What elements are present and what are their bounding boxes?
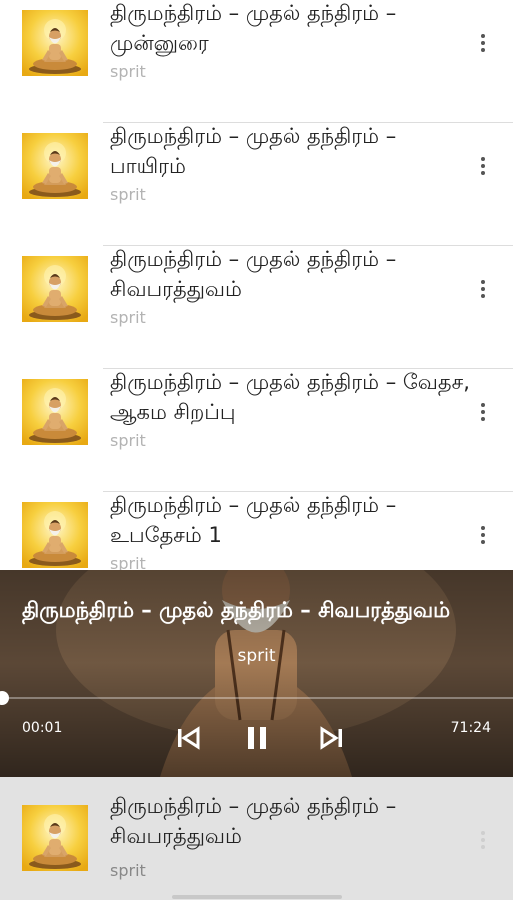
seek-bar[interactable] [0, 697, 513, 699]
total-time: 71:24 [450, 720, 491, 736]
more-vert-icon[interactable] [470, 397, 496, 427]
list-item[interactable]: திருமந்திரம் – முதல் தந்திரம் – முன்னுரை… [0, 0, 513, 123]
track-title: திருமந்திரம் – முதல் தந்திரம் – பாயிரம் [110, 124, 397, 178]
track-thumbnail [22, 256, 88, 322]
now-playing-title: திருமந்திரம் – முதல் தந்திரம் – சிவபரத்த… [110, 794, 397, 848]
track-title: திருமந்திரம் – முதல் தந்திரம் – சிவபரத்த… [110, 247, 397, 301]
track-thumbnail [22, 502, 88, 568]
track-title: திருமந்திரம் – முதல் தந்திரம் – உபதேசம் … [110, 493, 397, 547]
track-artist: sprit [110, 308, 146, 327]
list-item[interactable]: திருமந்திரம் – முதல் தந்திரம் – வேதச, ஆக… [0, 369, 513, 492]
more-vert-icon[interactable] [470, 151, 496, 181]
now-playing-artist: sprit [110, 861, 146, 880]
track-artist: sprit [110, 62, 146, 81]
track-title: திருமந்திரம் – முதல் தந்திரம் – முன்னுரை [110, 1, 397, 55]
playlist: திருமந்திரம் – முதல் தந்திரம் – முன்னுரை… [0, 0, 513, 570]
list-item[interactable]: திருமந்திரம் – முதல் தந்திரம் – சிவபரத்த… [0, 246, 513, 369]
mini-player[interactable]: திருமந்திரம் – முதல் தந்திரம் – சிவபரத்த… [0, 777, 513, 900]
track-title: திருமந்திரம் – முதல் தந்திரம் – வேதச, ஆக… [110, 370, 470, 424]
more-vert-icon[interactable] [470, 520, 496, 550]
skip-previous-icon[interactable] [172, 722, 204, 754]
track-thumbnail [22, 379, 88, 445]
more-vert-icon[interactable] [470, 28, 496, 58]
current-time: 00:01 [22, 720, 63, 736]
list-item[interactable]: திருமந்திரம் – முதல் தந்திரம் – பாயிரம் … [0, 123, 513, 246]
more-vert-icon[interactable] [470, 825, 496, 855]
list-item[interactable]: திருமந்திரம் – முதல் தந்திரம் – உபதேசம் … [0, 492, 513, 570]
track-artist: sprit [110, 431, 146, 450]
track-artist: sprit [110, 554, 146, 570]
skip-next-icon[interactable] [316, 722, 348, 754]
player-track-title: திருமந்திரம் – முதல் தந்திரம் – சிவபரத்த… [22, 598, 450, 622]
drag-handle[interactable] [172, 895, 342, 899]
pause-icon[interactable] [241, 722, 273, 754]
now-playing-thumbnail [22, 805, 88, 871]
more-vert-icon[interactable] [470, 274, 496, 304]
expanded-player: திருமந்திரம் – முதல் தந்திரம் – சிவபரத்த… [0, 570, 513, 777]
player-track-artist: sprit [237, 646, 276, 666]
track-thumbnail [22, 133, 88, 199]
track-artist: sprit [110, 185, 146, 204]
track-thumbnail [22, 10, 88, 76]
